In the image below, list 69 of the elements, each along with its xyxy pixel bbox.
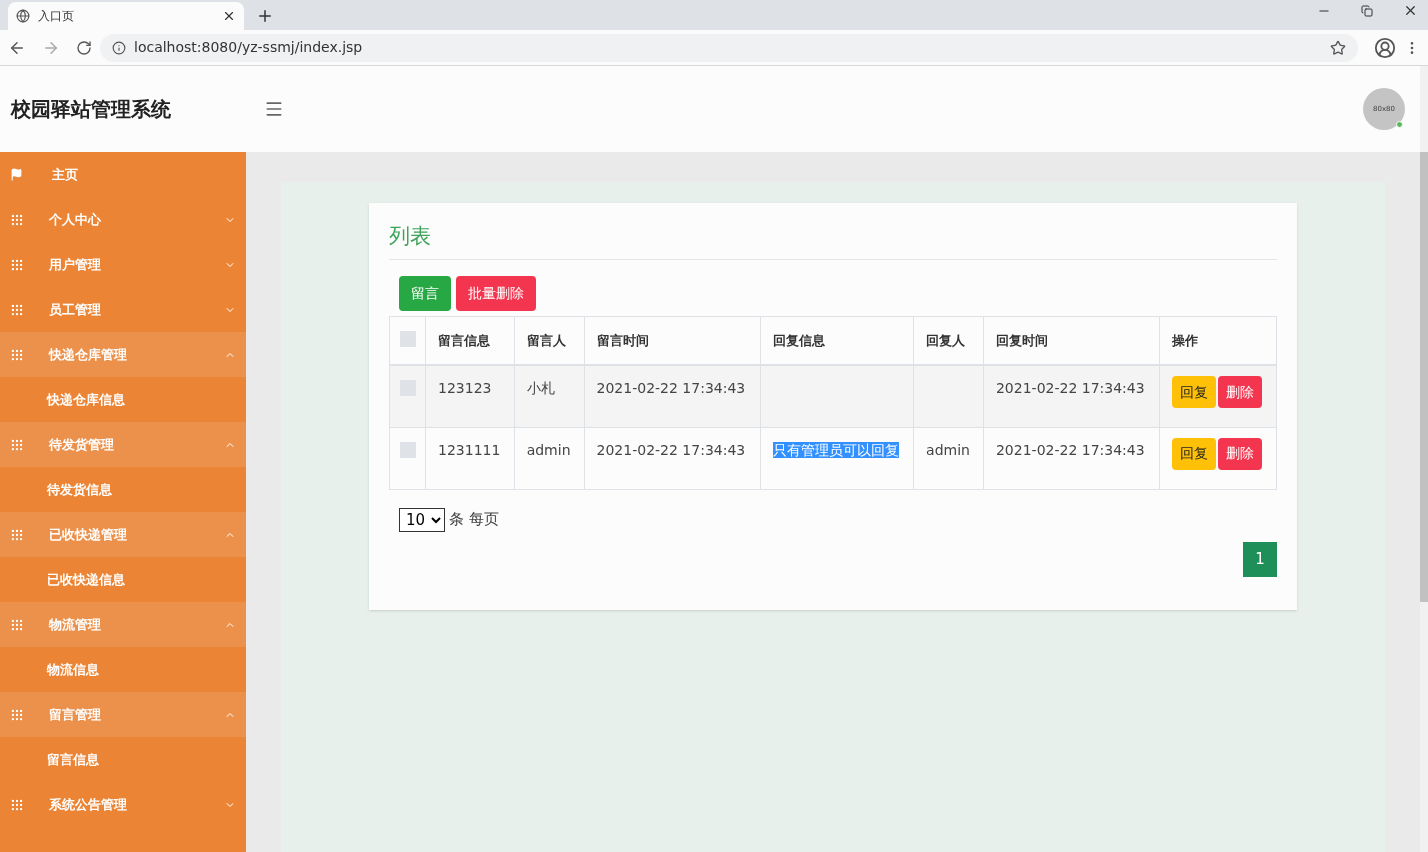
star-icon[interactable] [1330,39,1346,56]
table-cell: admin [526,441,571,458]
sidebar-item[interactable]: 员工管理 [0,287,246,332]
sidebar-subitem[interactable]: 待发货信息 [0,467,246,512]
grid-icon [10,212,24,227]
new-tab-icon[interactable] [256,7,274,25]
add-button[interactable]: 留言 [399,275,451,311]
card-title: 列表 [389,221,1277,260]
sidebar-subitem[interactable]: 已收快递信息 [0,557,246,602]
sidebar-item[interactable]: 个人中心 [0,197,246,242]
page-button[interactable]: 1 [1243,541,1277,577]
table-cell: 123123 [438,380,492,396]
grid-icon [10,527,24,542]
restore-icon[interactable] [1361,5,1373,17]
grid-icon [10,707,24,722]
sidebar-subitem[interactable]: 物流信息 [0,647,246,692]
column-header: 留言时间 [584,316,761,365]
delete-button[interactable]: 删除 [1218,376,1263,408]
sidebar-item[interactable]: 物流管理 [0,602,246,647]
sidebar-item[interactable]: 留言管理 [0,692,246,737]
grid-icon [10,257,24,272]
sidebar-item[interactable]: 快递仓库管理 [0,332,246,377]
sidebar-item[interactable]: 系统公告管理 [0,782,246,827]
column-header: 操作 [1159,316,1277,365]
sidebar-item[interactable]: 已收快递管理 [0,512,246,557]
checkbox[interactable] [399,330,416,347]
reply-button[interactable]: 回复 [1172,437,1217,470]
address-bar[interactable]: localhost:8080/yz-ssmj/index.jsp [100,33,1358,62]
page-size-label: 条 每页 [449,509,499,531]
flag-icon [10,168,23,181]
table-cell: 2021-02-22 17:34:43 [995,441,1145,458]
grid-icon [10,797,24,812]
checkbox[interactable] [399,441,416,458]
table-cell: 小札 [526,380,555,396]
grid-icon [10,302,24,317]
column-header: 回复人 [913,316,984,365]
delete-button[interactable]: 删除 [1218,437,1263,470]
close-icon[interactable] [222,9,236,23]
table-cell: 只有管理员可以回复 [772,441,899,458]
page-size-select[interactable]: 10 [399,507,445,532]
sidebar-item[interactable]: 待发货管理 [0,422,246,467]
reload-icon[interactable] [76,39,92,56]
url-text: localhost:8080/yz-ssmj/index.jsp [134,38,364,57]
grid-icon [10,347,24,362]
grid-icon [10,617,24,632]
table-cell: admin [926,441,970,458]
tab-title: 入口页 [38,8,75,25]
profile-icon[interactable] [1374,36,1396,59]
table-cell: 2021-02-22 17:34:43 [596,380,746,396]
column-header: 留言人 [514,316,585,365]
info-icon [112,40,126,55]
table-cell: 1231111 [438,441,501,458]
batch-delete-button[interactable]: 批量删除 [456,275,536,311]
table-cell: 2021-02-22 17:34:43 [995,380,1145,396]
close-icon[interactable] [1403,3,1418,18]
reply-button[interactable]: 回复 [1172,376,1217,408]
table-cell: 2021-02-22 17:34:43 [596,441,746,458]
sidebar-item[interactable]: 主页 [0,152,246,197]
menu-icon[interactable] [264,99,284,119]
sidebar-item[interactable]: 用户管理 [0,242,246,287]
grid-icon [10,437,24,452]
column-header: 留言信息 [425,316,515,365]
column-header: 回复时间 [983,316,1160,365]
sidebar-subitem[interactable]: 快递仓库信息 [0,377,246,422]
globe-icon [16,9,30,23]
app-title: 校园驿站管理系统 [11,96,172,123]
browser-tab[interactable]: 入口页 [8,2,244,30]
column-header: 回复信息 [760,316,914,365]
sidebar-subitem[interactable]: 留言信息 [0,737,246,782]
